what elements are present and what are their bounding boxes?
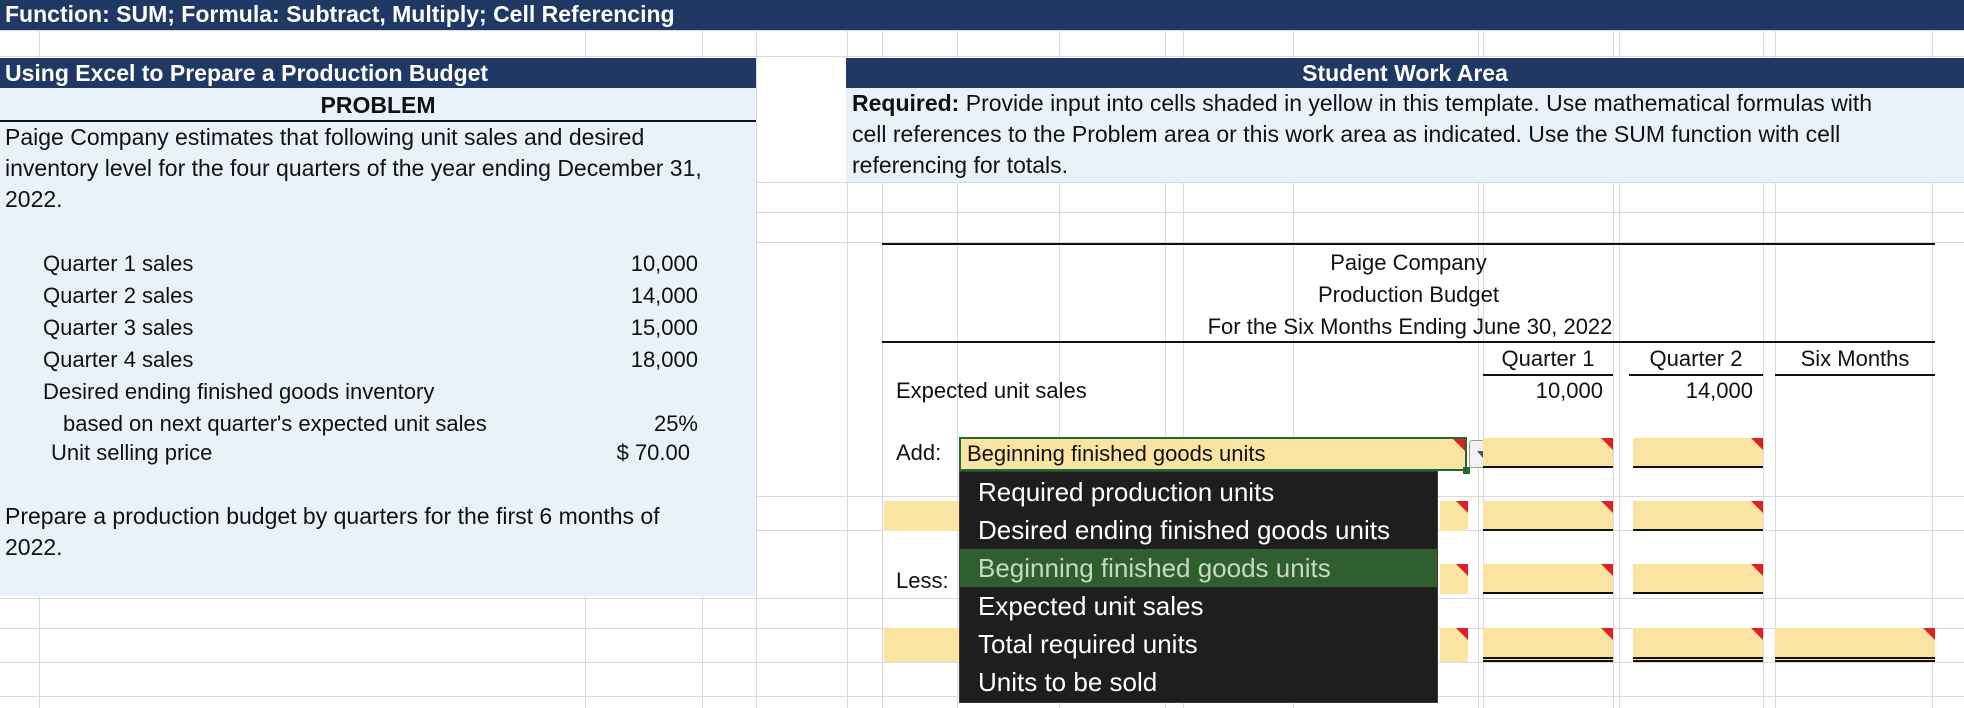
comment-indicator-icon [1923, 628, 1935, 640]
expected-unit-sales-label: Expected unit sales [896, 378, 1087, 403]
problem-desc-line-2: inventory level for the four quarters of… [5, 155, 702, 181]
problem-row-label: Quarter 3 sales [43, 315, 194, 340]
comment-indicator-icon [1751, 438, 1763, 450]
problem-instr-line-2: 2022. [5, 534, 63, 560]
dropdown-list[interactable]: Required production units Desired ending… [959, 471, 1438, 703]
comment-indicator-icon [1751, 501, 1763, 513]
problem-row-label: Desired ending finished goods inventory [43, 379, 435, 404]
comment-indicator-icon [1456, 564, 1468, 576]
total-q1-input[interactable] [1483, 501, 1613, 531]
problem-row-label: Quarter 4 sales [43, 347, 194, 372]
problem-row-value: 15,000 [630, 315, 698, 340]
comment-indicator-icon [1751, 628, 1763, 640]
problem-row-label: based on next quarter's expected unit sa… [63, 411, 487, 436]
required-line-3: referencing for totals. [852, 152, 1069, 178]
dropdown-option-highlighted[interactable]: Beginning finished goods units [960, 549, 1437, 587]
col-header-quarter-1: Quarter 1 [1501, 346, 1595, 371]
add-q1-input[interactable] [1483, 438, 1613, 468]
add-description-cell[interactable]: Beginning finished goods units [959, 437, 1467, 471]
expected-q1-cell: 10,000 [1535, 378, 1603, 403]
problem-instruction: Prepare a production budget by quarters … [5, 501, 755, 563]
work-area-header-text: Student Work Area [1302, 60, 1508, 86]
problem-subheader: PROBLEM [320, 92, 436, 118]
expected-q2-cell: 14,000 [1685, 378, 1753, 403]
final-six-months-input[interactable] [1775, 628, 1935, 662]
problem-desc-line-3: 2022. [5, 186, 63, 212]
comment-indicator-icon [1456, 628, 1468, 640]
required-label: Required: [852, 90, 960, 116]
problem-row-label: Quarter 2 sales [43, 283, 194, 308]
budget-period-rule [882, 341, 1935, 343]
total-description-input[interactable] [884, 501, 964, 531]
required-box: Required: Provide input into cells shade… [846, 88, 1964, 182]
problem-desc-line-1: Paige Company estimates that following u… [5, 124, 645, 150]
budget-title: Production Budget [1317, 282, 1500, 307]
less-desc-right-input[interactable] [1440, 564, 1468, 594]
problem-instr-line-1: Prepare a production budget by quarters … [5, 503, 660, 529]
add-description-text: Beginning finished goods units [967, 441, 1266, 466]
problem-header-text: Using Excel to Prepare a Production Budg… [5, 60, 489, 86]
comment-indicator-icon [1751, 564, 1763, 576]
banner-text: Function: SUM; Formula: Subtract, Multip… [5, 1, 675, 27]
less-q2-input[interactable] [1633, 564, 1763, 594]
final-description-input[interactable] [884, 628, 964, 662]
comment-indicator-icon [1453, 439, 1465, 451]
problem-row-value: $ 70.00 [616, 440, 690, 465]
title-banner: Function: SUM; Formula: Subtract, Multip… [0, 0, 1964, 30]
comment-indicator-icon [1601, 628, 1613, 640]
final-q1-input[interactable] [1483, 628, 1613, 662]
less-q1-input[interactable] [1483, 564, 1613, 594]
comment-indicator-icon [1601, 501, 1613, 513]
problem-header: Using Excel to Prepare a Production Budg… [0, 58, 756, 88]
required-text-1: Provide input into cells shaded in yello… [959, 90, 1873, 116]
problem-row-value: 25% [653, 411, 698, 436]
final-q2-input[interactable] [1633, 628, 1763, 662]
comment-indicator-icon [1601, 438, 1613, 450]
col-header-quarter-2: Quarter 2 [1649, 346, 1743, 371]
col-header-six-months: Six Months [1800, 346, 1910, 371]
dropdown-option[interactable]: Required production units [960, 473, 1437, 511]
required-line-1: Required: Provide input into cells shade… [852, 88, 1964, 119]
problem-row-label: Unit selling price [51, 440, 213, 465]
cell-fill-handle[interactable] [1463, 467, 1470, 474]
problem-row-value: 18,000 [630, 347, 698, 372]
less-label: Less: [896, 568, 949, 593]
comment-indicator-icon [1456, 501, 1468, 513]
final-desc-right-input[interactable] [1440, 628, 1468, 662]
budget-top-rule [882, 243, 1935, 245]
add-label: Add: [896, 440, 942, 465]
problem-row-label: Quarter 1 sales [43, 251, 194, 276]
required-line-2: cell references to the Problem area or t… [852, 121, 1841, 147]
problem-row-value: 10,000 [630, 251, 698, 276]
dropdown-option[interactable]: Expected unit sales [960, 587, 1437, 625]
dropdown-option[interactable]: Total required units [960, 625, 1437, 663]
add-q2-input[interactable] [1633, 438, 1763, 468]
dropdown-option[interactable]: Units to be sold [960, 663, 1437, 701]
problem-description: Paige Company estimates that following u… [5, 122, 755, 215]
total-desc-right-input[interactable] [1440, 501, 1468, 531]
total-q2-input[interactable] [1633, 501, 1763, 531]
work-area-header: Student Work Area [846, 58, 1964, 88]
comment-indicator-icon [1601, 564, 1613, 576]
budget-period: For the Six Months Ending June 30, 2022 [1207, 314, 1613, 339]
problem-row-value: 14,000 [630, 283, 698, 308]
company-name: Paige Company [1330, 250, 1487, 275]
dropdown-option[interactable]: Desired ending finished goods units [960, 511, 1437, 549]
col-header-rule-six [1775, 374, 1935, 376]
